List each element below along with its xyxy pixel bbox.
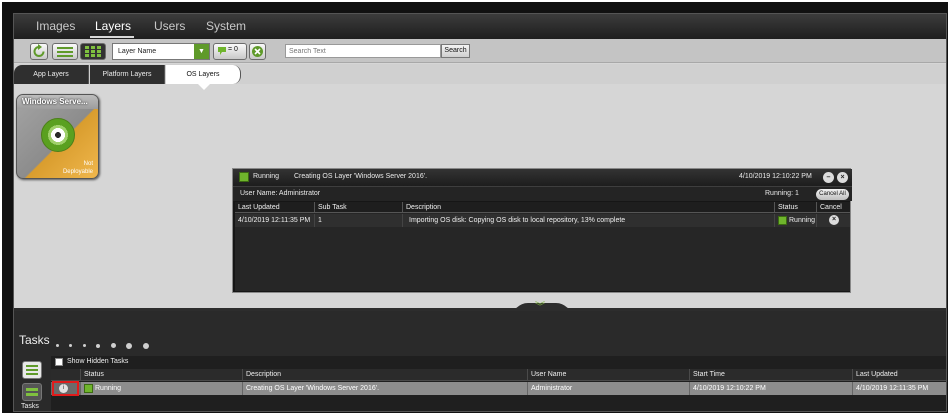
layer-card-status-line1: Not xyxy=(83,161,93,167)
window-frame: Images Layers Users System Layer Name ▼ … xyxy=(2,2,948,413)
dialog-running-count: Running: 1 xyxy=(765,190,799,197)
subtask-number: 1 xyxy=(315,214,403,227)
task-row-status[interactable]: Running xyxy=(81,382,243,395)
running-status-icon xyxy=(239,172,249,182)
dialog-header: Running Creating OS Layer 'Windows Serve… xyxy=(233,169,852,186)
search-button[interactable]: Search xyxy=(441,44,470,58)
tab-platform-layers[interactable]: Platform Layers xyxy=(90,65,165,84)
cancel-icon[interactable]: × xyxy=(829,215,839,225)
layer-card-windows-server[interactable]: Windows Serve... Not Deployable xyxy=(16,94,99,179)
running-status-icon xyxy=(84,383,93,393)
layer-card-status: Not Deployable xyxy=(53,160,93,176)
show-hidden-checkbox[interactable] xyxy=(55,358,63,366)
dialog-timestamp: 4/10/2019 12:10:22 PM xyxy=(739,173,812,180)
refresh-icon xyxy=(33,44,45,57)
column-header-user-name: User Name xyxy=(528,369,690,381)
filter-field-select[interactable]: Layer Name ▼ xyxy=(112,43,210,60)
filter-button[interactable]: = 0 xyxy=(213,43,247,60)
task-status-text: Running xyxy=(95,385,122,392)
subtask-status: Running xyxy=(775,214,817,227)
tab-os-layers[interactable]: OS Layers xyxy=(166,65,241,90)
column-header-last-updated: Last Updated xyxy=(853,369,946,381)
subtask-status-text: Running xyxy=(789,217,816,224)
disc-icon xyxy=(41,118,75,152)
column-header-status: Status xyxy=(81,369,243,381)
column-header-cancel: Cancel xyxy=(817,202,850,213)
column-header-action xyxy=(51,369,81,381)
show-hidden-label: Show Hidden Tasks xyxy=(67,358,129,365)
cancel-all-button[interactable]: Cancel All xyxy=(816,189,849,200)
task-detail-view-icon[interactable] xyxy=(22,383,42,401)
tasks-side-label: Tasks xyxy=(21,403,39,410)
pager-dot[interactable] xyxy=(142,342,149,349)
column-header-start-time: Start Time xyxy=(690,369,853,381)
tasks-grid: Show Hidden Tasks Status Description Use… xyxy=(51,356,946,411)
toolbar: Layer Name ▼ = 0 Search xyxy=(14,39,946,63)
dialog-info-bar: User Name: Administrator Running: 1 Canc… xyxy=(233,186,852,201)
tasks-pager-dots xyxy=(56,337,155,355)
layer-card-title: Windows Serve... xyxy=(17,95,98,109)
tab-images[interactable]: Images xyxy=(36,19,75,33)
collapse-icon[interactable]: – xyxy=(823,172,834,183)
pager-dot[interactable] xyxy=(110,343,116,349)
list-view-icon xyxy=(57,47,73,57)
clear-filter-button[interactable] xyxy=(249,43,266,60)
dropdown-arrow-icon[interactable]: ▼ xyxy=(194,44,209,59)
dialog-status: Running xyxy=(253,173,280,180)
task-row-start-time[interactable]: 4/10/2019 12:10:22 PM xyxy=(690,382,853,395)
subtask-table: Last Updated Sub Task Description Status… xyxy=(235,202,850,291)
dialog-message: Creating OS Layer 'Windows Server 2016'. xyxy=(294,173,428,180)
subtask-description: Importing OS disk: Copying OS disk to lo… xyxy=(403,214,775,227)
refresh-button[interactable] xyxy=(30,43,48,60)
task-details-dialog: Running Creating OS Layer 'Windows Serve… xyxy=(232,168,852,293)
task-row-user[interactable]: Administrator xyxy=(528,382,690,395)
column-header-last-updated: Last Updated xyxy=(235,202,315,213)
subtask-last-updated: 4/10/2019 12:11:35 PM xyxy=(235,214,315,227)
list-view-button[interactable] xyxy=(52,43,78,60)
filter-icon xyxy=(218,47,226,55)
highlight-box xyxy=(52,381,79,396)
task-list-view-icon[interactable] xyxy=(22,361,42,379)
filter-field-value: Layer Name xyxy=(118,48,157,55)
pager-dot[interactable] xyxy=(82,344,86,348)
app-window: Images Layers Users System Layer Name ▼ … xyxy=(13,13,947,412)
tasks-title: Tasks xyxy=(19,333,50,347)
grid-view-button[interactable] xyxy=(80,43,106,60)
pager-dot[interactable] xyxy=(56,344,59,348)
clear-filter-icon xyxy=(252,46,263,57)
layer-type-tabs: App Layers Platform Layers OS Layers xyxy=(14,64,946,90)
task-row-last-updated[interactable]: 4/10/2019 12:11:35 PM xyxy=(853,382,946,395)
close-icon[interactable]: × xyxy=(837,172,848,183)
column-header-description: Description xyxy=(243,369,528,381)
dialog-user-name: User Name: Administrator xyxy=(240,190,321,197)
subtask-cancel-cell: × xyxy=(817,214,850,227)
layer-card-status-line2: Deployable xyxy=(62,169,93,175)
running-status-icon xyxy=(778,215,787,225)
tasks-panel: Tasks Tasks Show Hidden Tasks Status Des… xyxy=(14,311,946,411)
search-input[interactable] xyxy=(285,44,441,58)
pager-dot[interactable] xyxy=(96,343,101,348)
filter-count: = 0 xyxy=(228,46,238,53)
top-nav: Images Layers Users System xyxy=(14,14,946,39)
grid-view-icon xyxy=(85,46,101,57)
tab-users[interactable]: Users xyxy=(154,19,185,33)
tab-app-layers[interactable]: App Layers xyxy=(14,65,89,84)
column-header-status: Status xyxy=(775,202,817,213)
tab-system[interactable]: System xyxy=(206,19,246,33)
active-tab-indicator xyxy=(90,36,134,38)
column-header-description: Description xyxy=(403,202,775,213)
pager-dot[interactable] xyxy=(126,342,133,349)
column-header-sub-task: Sub Task xyxy=(315,202,403,213)
task-row-description[interactable]: Creating OS Layer 'Windows Server 2016'. xyxy=(243,382,528,395)
tab-layers[interactable]: Layers xyxy=(95,19,131,33)
pager-dot[interactable] xyxy=(69,344,73,348)
